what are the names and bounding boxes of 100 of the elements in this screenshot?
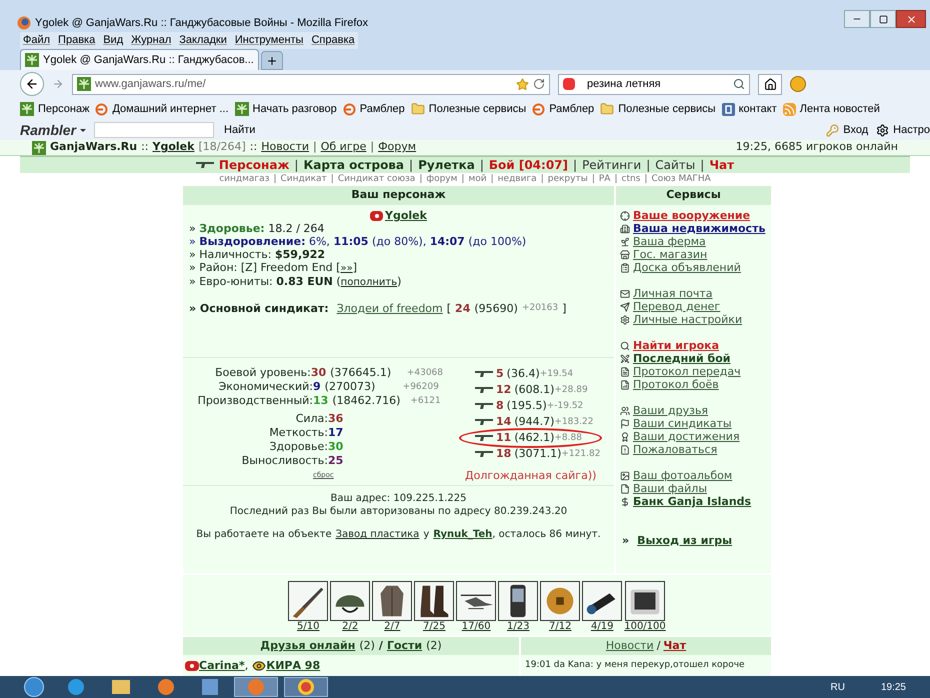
chrome-button[interactable] bbox=[284, 677, 328, 697]
dropdown-icon[interactable] bbox=[80, 128, 86, 132]
friend-link[interactable]: Carina* bbox=[199, 658, 245, 674]
sub-nav-link[interactable]: Союз МАГНА bbox=[651, 172, 711, 186]
bookmark-item[interactable]: Рамблер bbox=[342, 100, 405, 118]
service-link[interactable]: Протокол передач bbox=[633, 365, 741, 378]
rambler-logo[interactable]: Rambler bbox=[20, 120, 76, 140]
address-field[interactable]: www.ganjawars.ru/me/ bbox=[72, 74, 550, 94]
close-button[interactable] bbox=[896, 10, 926, 28]
bookmark-item[interactable]: Полезные сервисы bbox=[410, 100, 526, 118]
guests-link[interactable]: Гости bbox=[386, 638, 422, 654]
item-slot[interactable] bbox=[288, 581, 328, 621]
star-icon[interactable] bbox=[516, 78, 529, 90]
bookmark-item[interactable]: контакт bbox=[722, 100, 777, 118]
syndicate-link[interactable]: Злодеи of freedom bbox=[336, 302, 443, 315]
menu-item[interactable]: Справка bbox=[311, 32, 355, 49]
service-link[interactable]: Доска объявлений bbox=[633, 261, 741, 274]
service-link[interactable]: Ваше вооружение bbox=[633, 209, 750, 222]
bookmark-item[interactable]: Домашний интернет ... bbox=[95, 100, 229, 118]
find-button[interactable]: Найти bbox=[224, 122, 256, 138]
item-slot[interactable] bbox=[414, 581, 454, 621]
exit-link[interactable]: Выход из игры bbox=[637, 533, 732, 550]
service-link[interactable]: Банк Ganja Islands bbox=[633, 495, 752, 508]
item-count[interactable]: 100/100 bbox=[624, 621, 666, 633]
workplace-link[interactable]: Завод пластика bbox=[336, 528, 420, 541]
sub-nav-link[interactable]: синдмагаз bbox=[219, 172, 270, 186]
item-count[interactable]: 5/10 bbox=[296, 621, 320, 633]
service-link[interactable]: Гос. магазин bbox=[633, 248, 708, 261]
item-count[interactable]: 7/12 bbox=[548, 621, 572, 633]
bookmark-item[interactable]: Рамблер bbox=[532, 100, 594, 118]
sub-nav-link[interactable]: РА bbox=[598, 172, 610, 186]
browser-tab[interactable]: Ygolek @ GanjaWars.Ru :: Ганджубасов... bbox=[20, 49, 259, 70]
owner-link[interactable]: Rynuk_Teh bbox=[433, 528, 492, 541]
item-count[interactable]: 2/2 bbox=[342, 621, 358, 633]
service-link[interactable]: Ваши синдикаты bbox=[633, 417, 732, 430]
item-count[interactable]: 2/7 bbox=[384, 621, 400, 633]
service-link[interactable]: Пожаловаться bbox=[633, 443, 718, 456]
item-slot[interactable] bbox=[330, 581, 370, 621]
search-field[interactable]: резина летняя bbox=[558, 74, 750, 94]
nav-link[interactable]: Бой [04:07] bbox=[488, 156, 568, 174]
header-link[interactable]: Новости bbox=[261, 139, 310, 156]
character-name[interactable]: Ygolek bbox=[385, 209, 427, 222]
nav-link[interactable]: Персонаж bbox=[218, 156, 290, 174]
bookmark-item[interactable]: Персонаж bbox=[20, 100, 90, 118]
start-button[interactable] bbox=[24, 677, 44, 697]
item-slot[interactable] bbox=[624, 581, 665, 621]
new-tab-button[interactable] bbox=[260, 51, 283, 70]
user-link[interactable]: Ygolek bbox=[152, 139, 194, 156]
service-link[interactable]: Личные настройки bbox=[633, 313, 742, 326]
service-link[interactable]: Личная почта bbox=[633, 287, 713, 300]
sub-nav-link[interactable]: ctns bbox=[622, 172, 640, 186]
item-slot[interactable] bbox=[498, 581, 538, 621]
settings-link[interactable]: Настро bbox=[893, 122, 930, 138]
maximize-button[interactable] bbox=[870, 10, 896, 28]
menu-item[interactable]: Правка bbox=[58, 32, 96, 49]
inline-link[interactable]: »» bbox=[340, 263, 353, 274]
search-engine-icon[interactable] bbox=[563, 78, 575, 90]
nav-link[interactable]: Карта острова bbox=[303, 156, 404, 174]
service-link[interactable]: Ваш фотоальбом bbox=[633, 469, 732, 482]
item-count[interactable]: 4/19 bbox=[590, 621, 614, 633]
item-slot[interactable] bbox=[456, 581, 496, 621]
sub-nav-link[interactable]: Синдикат bbox=[280, 172, 327, 186]
service-link[interactable]: Протокол боёв bbox=[633, 378, 719, 391]
sub-nav-link[interactable]: мой bbox=[468, 172, 487, 186]
item-slot[interactable] bbox=[540, 581, 580, 621]
sub-nav-link[interactable]: форум bbox=[426, 172, 458, 186]
news-link[interactable]: Новости bbox=[606, 638, 654, 654]
search-icon[interactable] bbox=[733, 78, 745, 90]
menu-item[interactable]: Закладки bbox=[179, 32, 227, 49]
sub-nav-link[interactable]: рекруты bbox=[548, 172, 588, 186]
menu-item[interactable]: Файл bbox=[23, 32, 50, 49]
service-link[interactable]: Последний бой bbox=[633, 352, 730, 365]
bookmark-item[interactable]: Начать разговор bbox=[234, 100, 337, 118]
bookmark-item[interactable]: Полезные сервисы bbox=[600, 100, 716, 118]
home-button[interactable] bbox=[758, 74, 782, 94]
header-link[interactable]: Форум bbox=[378, 139, 416, 156]
item-count[interactable]: 7/25 bbox=[422, 621, 446, 633]
nav-link[interactable]: Чат bbox=[709, 156, 734, 174]
header-link[interactable]: Об игре bbox=[320, 139, 366, 156]
friend-link[interactable]: КИРА 98 bbox=[266, 658, 320, 674]
language-indicator[interactable]: RU bbox=[830, 680, 845, 694]
nav-link[interactable]: Рулетка bbox=[418, 156, 475, 174]
item-slot[interactable] bbox=[372, 581, 412, 621]
service-link[interactable]: Ваши файлы bbox=[633, 482, 708, 495]
service-link[interactable]: Ваша недвижимость bbox=[633, 222, 766, 235]
menu-item[interactable]: Инструменты bbox=[234, 32, 304, 49]
item-count[interactable]: 1/23 bbox=[506, 621, 530, 633]
nav-link[interactable]: Рейтинги bbox=[582, 156, 642, 174]
login-link[interactable]: Вход bbox=[843, 122, 868, 138]
service-link[interactable]: Ваши достижения bbox=[633, 430, 740, 443]
nav-link[interactable]: Сайты bbox=[655, 156, 696, 174]
service-link[interactable]: Найти игрока bbox=[633, 339, 720, 352]
inline-link[interactable]: пополнить bbox=[340, 277, 398, 288]
bookmark-item[interactable]: Лента новостей bbox=[782, 100, 880, 118]
menu-item[interactable]: Журнал bbox=[131, 32, 172, 49]
back-button[interactable] bbox=[20, 72, 44, 96]
rambler-search-field[interactable] bbox=[94, 122, 214, 138]
service-link[interactable]: Перевод денег bbox=[633, 300, 720, 313]
reload-icon[interactable] bbox=[533, 78, 545, 90]
friends-link[interactable]: Друзья онлайн bbox=[260, 638, 356, 654]
